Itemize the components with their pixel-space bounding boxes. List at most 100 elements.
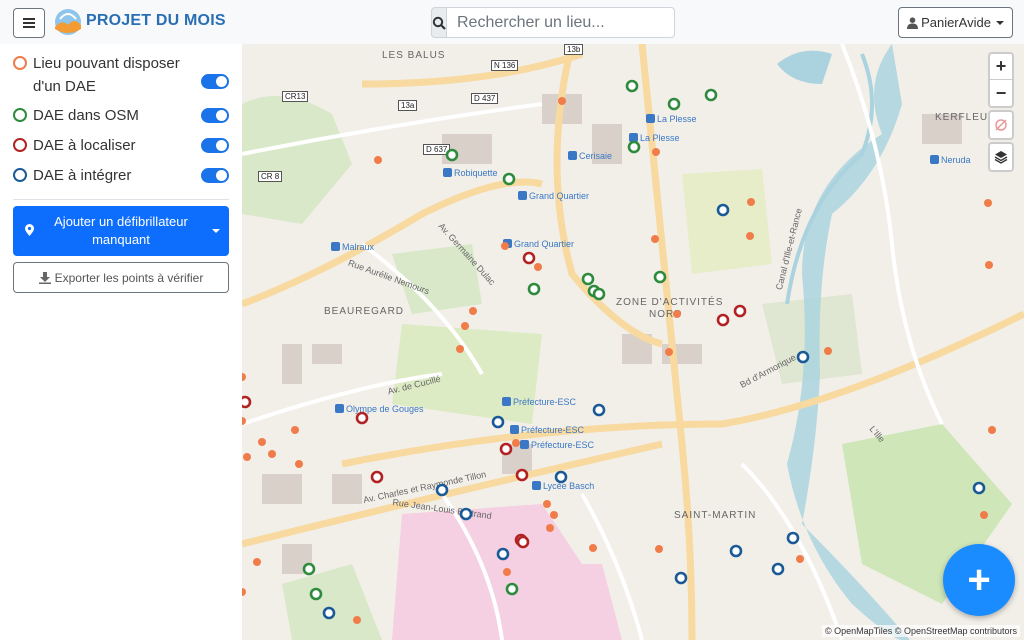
add-point-fab[interactable]: +	[943, 544, 1015, 616]
geolocate-button[interactable]	[990, 112, 1012, 138]
layer-toggle-potential[interactable]: Lieu pouvant disposer d'un DAE	[13, 52, 229, 98]
chevron-down-icon[interactable]	[212, 229, 220, 233]
search-input[interactable]	[447, 7, 675, 38]
osm-defibrillator-marker[interactable]	[302, 562, 316, 576]
potential-location-marker[interactable]	[512, 439, 520, 447]
defibrillator-to-integrate-marker[interactable]	[491, 415, 505, 429]
defibrillator-to-integrate-marker[interactable]	[459, 507, 473, 521]
potential-location-marker[interactable]	[295, 460, 303, 468]
map-view[interactable]: LES BALUS KERFLEURY BEAUREGARD ZONE D'AC…	[242, 44, 1024, 640]
defibrillator-to-integrate-marker[interactable]	[435, 483, 449, 497]
defibrillator-to-locate-marker[interactable]	[716, 313, 730, 327]
search-button[interactable]	[431, 7, 447, 38]
osm-defibrillator-marker[interactable]	[581, 272, 595, 286]
defibrillator-to-integrate-marker[interactable]	[592, 403, 606, 417]
osm-defibrillator-marker[interactable]	[592, 287, 606, 301]
potential-location-marker[interactable]	[353, 616, 361, 624]
defibrillator-to-locate-marker[interactable]	[522, 251, 536, 265]
potential-location-marker[interactable]	[291, 426, 299, 434]
osm-defibrillator-marker[interactable]	[667, 97, 681, 111]
potential-location-marker[interactable]	[543, 500, 551, 508]
potential-location-marker[interactable]	[456, 345, 464, 353]
osm-defibrillator-marker[interactable]	[625, 79, 639, 93]
layer-toggle-osm[interactable]: DAE dans OSM	[13, 104, 229, 127]
potential-location-marker[interactable]	[747, 198, 755, 206]
osm-defibrillator-marker[interactable]	[445, 148, 459, 162]
potential-location-marker[interactable]	[558, 97, 566, 105]
osm-defibrillator-marker[interactable]	[627, 140, 641, 154]
add-defibrillator-button[interactable]: Ajouter un défibrillateur manquant	[13, 206, 229, 256]
osm-defibrillator-marker[interactable]	[502, 172, 516, 186]
potential-location-marker[interactable]	[980, 511, 988, 519]
brand-logo[interactable]: PROJET DU MOIS	[52, 5, 226, 37]
potential-location-marker[interactable]	[550, 511, 558, 519]
potential-location-marker[interactable]	[988, 426, 996, 434]
layer-toggle-to-locate[interactable]: DAE à localiser	[13, 134, 229, 157]
osm-defibrillator-marker[interactable]	[527, 282, 541, 296]
potential-location-marker[interactable]	[242, 373, 246, 381]
potential-location-marker[interactable]	[242, 588, 246, 596]
osm-defibrillator-marker[interactable]	[309, 587, 323, 601]
layer-toggle-to-integrate[interactable]: DAE à intégrer	[13, 164, 229, 187]
defibrillator-to-integrate-marker[interactable]	[674, 571, 688, 585]
potential-location-marker[interactable]	[268, 450, 276, 458]
defibrillator-to-locate-marker[interactable]	[499, 442, 513, 456]
layer-switch[interactable]	[201, 168, 229, 183]
layers-control	[988, 142, 1014, 172]
potential-location-marker[interactable]	[673, 310, 681, 318]
potential-location-marker[interactable]	[651, 235, 659, 243]
menu-toggle-button[interactable]	[13, 8, 45, 38]
potential-location-marker[interactable]	[796, 555, 804, 563]
zoom-in-button[interactable]: +	[990, 54, 1012, 80]
defibrillator-to-integrate-marker[interactable]	[496, 547, 510, 561]
layer-label: DAE à intégrer	[33, 167, 132, 184]
osm-defibrillator-marker[interactable]	[653, 270, 667, 284]
potential-location-marker[interactable]	[503, 568, 511, 576]
layer-label: Lieu pouvant disposer d'un DAE	[33, 55, 180, 95]
osm-defibrillator-marker[interactable]	[505, 582, 519, 596]
potential-location-marker[interactable]	[546, 524, 554, 532]
potential-location-marker[interactable]	[665, 348, 673, 356]
potential-location-marker[interactable]	[258, 438, 266, 446]
potential-location-marker[interactable]	[589, 544, 597, 552]
defibrillator-to-locate-marker[interactable]	[370, 470, 384, 484]
potential-location-marker[interactable]	[984, 199, 992, 207]
defibrillator-to-integrate-marker[interactable]	[786, 531, 800, 545]
potential-location-marker[interactable]	[534, 263, 542, 271]
potential-location-marker[interactable]	[242, 417, 246, 425]
defibrillator-to-locate-marker[interactable]	[515, 468, 529, 482]
marker-layer[interactable]	[242, 44, 1024, 640]
potential-location-marker[interactable]	[374, 156, 382, 164]
defibrillator-to-locate-marker[interactable]	[355, 411, 369, 425]
map-attribution[interactable]: © OpenMapTiles © OpenStreetMap contribut…	[821, 625, 1020, 637]
potential-location-marker[interactable]	[985, 261, 993, 269]
potential-location-marker[interactable]	[501, 242, 509, 250]
potential-location-marker[interactable]	[655, 545, 663, 553]
defibrillator-to-integrate-marker[interactable]	[729, 544, 743, 558]
export-points-button[interactable]: Exporter les points à vérifier	[13, 262, 229, 293]
layer-switch[interactable]	[201, 74, 229, 89]
layers-button[interactable]	[990, 144, 1012, 170]
potential-location-marker[interactable]	[746, 232, 754, 240]
potential-location-marker[interactable]	[253, 558, 261, 566]
defibrillator-to-locate-marker[interactable]	[516, 535, 530, 549]
defibrillator-to-locate-marker[interactable]	[242, 395, 252, 409]
potential-location-marker[interactable]	[461, 322, 469, 330]
layer-switch[interactable]	[201, 138, 229, 153]
cart-dropdown-button[interactable]: PanierAvide	[898, 7, 1013, 38]
potential-location-marker[interactable]	[652, 148, 660, 156]
potential-location-marker[interactable]	[469, 307, 477, 315]
zoom-out-button[interactable]: −	[990, 80, 1012, 106]
osm-defibrillator-marker[interactable]	[704, 88, 718, 102]
layer-switch[interactable]	[201, 108, 229, 123]
defibrillator-to-locate-marker[interactable]	[733, 304, 747, 318]
defibrillator-to-integrate-marker[interactable]	[972, 481, 986, 495]
defibrillator-to-integrate-marker[interactable]	[716, 203, 730, 217]
defibrillator-to-integrate-marker[interactable]	[796, 350, 810, 364]
logo-icon	[52, 5, 84, 37]
potential-location-marker[interactable]	[243, 453, 251, 461]
defibrillator-to-integrate-marker[interactable]	[322, 606, 336, 620]
potential-location-marker[interactable]	[824, 347, 832, 355]
defibrillator-to-integrate-marker[interactable]	[554, 470, 568, 484]
defibrillator-to-integrate-marker[interactable]	[771, 562, 785, 576]
